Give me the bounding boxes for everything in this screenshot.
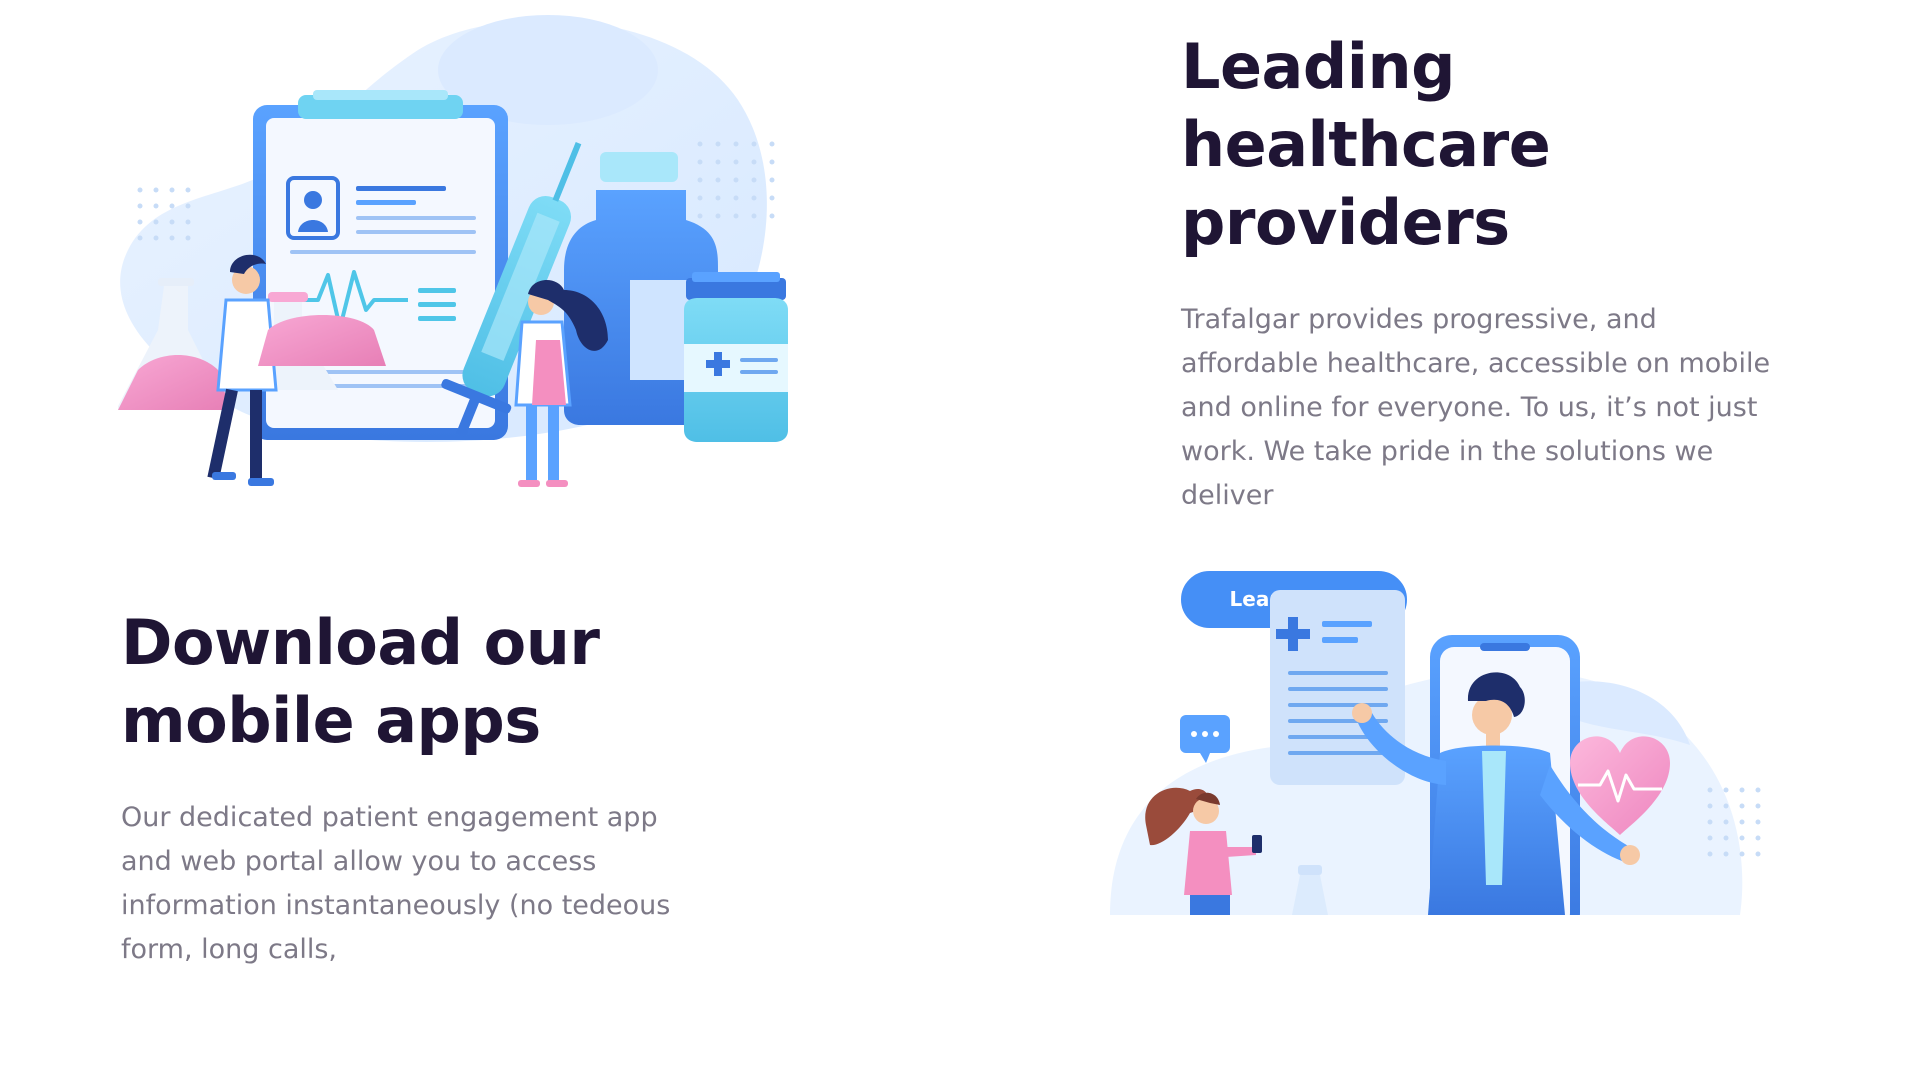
healthcare-description: Trafalgar provides progressive, and affo… — [1181, 304, 1771, 511]
page: Leading healthcare providers Trafalgar p… — [0, 0, 1920, 1080]
mobile-apps-description: Our dedicated patient engagement app and… — [121, 802, 671, 965]
mobile-apps-section: Download our mobile apps Our dedicated p… — [121, 604, 821, 972]
medical-team-illustration — [116, 10, 808, 500]
healthcare-section: Leading healthcare providers Trafalgar p… — [1181, 28, 1801, 628]
doctor-phone-illustration — [1110, 585, 1790, 915]
healthcare-title: Leading healthcare providers — [1181, 30, 1551, 259]
mobile-apps-title: Download our mobile apps — [121, 606, 600, 757]
